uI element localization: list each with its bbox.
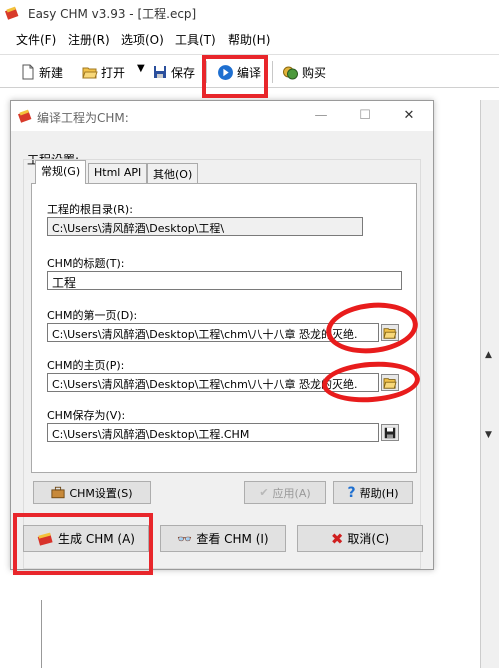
apply-button[interactable]: ✔ 应用(A) <box>244 481 326 504</box>
new-button-label: 新建 <box>39 65 64 80</box>
cancel-label: 取消(C) <box>347 532 390 546</box>
chm-title-label: CHM的标题(T): <box>47 257 125 270</box>
first-page-field[interactable]: C:\Users\清风醉酒\Desktop\工程\chm\八十八章 恐龙的灭绝. <box>47 323 379 342</box>
folder-open-icon <box>82 67 98 79</box>
cancel-x-icon: ✖ <box>330 529 344 548</box>
open-button-label: 打开 <box>101 65 126 80</box>
book-icon <box>37 532 53 546</box>
tab-other[interactable]: 其他(O) <box>147 163 199 183</box>
home-page-field[interactable]: C:\Users\清风醉酒\Desktop\工程\chm\八十八章 恐龙的灭绝. <box>47 373 379 392</box>
toolbar-separator <box>206 61 207 83</box>
view-chm-label: 查看 CHM (I) <box>196 532 269 546</box>
save-as-field[interactable]: C:\Users\清风醉酒\Desktop\工程.CHM <box>47 423 379 442</box>
compile-button[interactable]: 编译 <box>217 62 261 82</box>
scroll-up-arrow-icon[interactable]: ▲ <box>485 350 492 360</box>
view-chm-button[interactable]: 👓 查看 CHM (I) <box>160 525 286 552</box>
toolbar-separator <box>272 61 273 83</box>
menu-register[interactable]: 注册(R) <box>68 31 110 48</box>
compile-play-icon <box>218 64 233 80</box>
cancel-button[interactable]: ✖ 取消(C) <box>297 525 423 552</box>
buy-button-label: 购买 <box>302 65 327 80</box>
editor-left-border <box>41 600 42 668</box>
dialog-logo-icon <box>17 109 32 123</box>
root-dir-field[interactable]: C:\Users\清风醉酒\Desktop\工程\ <box>47 217 363 236</box>
app-title: Easy CHM v3.93 - [工程.ecp] <box>28 7 197 21</box>
first-page-browse-button[interactable] <box>381 324 399 341</box>
open-dropdown-arrow-icon[interactable]: ▼ <box>137 63 145 74</box>
close-icon[interactable]: ✕ <box>399 107 419 125</box>
dialog-titlebar: 编译工程为CHM: — ☐ ✕ <box>11 101 433 131</box>
home-page-label: CHM的主页(P): <box>47 359 125 372</box>
new-file-icon <box>22 64 34 80</box>
toolbar: 新建 打开 ▼ 保存 编译 购买 <box>0 54 499 88</box>
generate-chm-button[interactable]: 生成 CHM (A) <box>23 525 149 552</box>
tab-html-api[interactable]: Html API <box>88 163 148 183</box>
dialog-title: 编译工程为CHM: <box>37 111 129 125</box>
chm-settings-button[interactable]: CHM设置(S) <box>33 481 151 504</box>
menu-tools[interactable]: 工具(T) <box>175 31 216 48</box>
settings-briefcase-icon <box>51 486 66 499</box>
scroll-down-arrow-icon[interactable]: ▼ <box>485 430 492 440</box>
tab-general[interactable]: 常规(G) <box>35 160 87 184</box>
minimize-icon[interactable]: — <box>311 107 331 125</box>
buy-button[interactable]: 购买 <box>282 62 326 82</box>
help-label: 帮助(H) <box>359 486 399 500</box>
menu-help[interactable]: 帮助(H) <box>228 31 270 48</box>
menu-bar: 文件(F) 注册(R) 选项(O) 工具(T) 帮助(H) <box>0 28 499 50</box>
menu-file[interactable]: 文件(F) <box>16 31 56 48</box>
vertical-scrollbar[interactable]: ▲ ▼ <box>480 100 499 668</box>
save-as-browse-button[interactable] <box>381 424 399 441</box>
save-button-label: 保存 <box>171 65 196 80</box>
root-dir-label: 工程的根目录(R): <box>47 203 133 216</box>
checkmark-icon: ✔ <box>259 486 269 499</box>
home-page-browse-button[interactable] <box>381 374 399 391</box>
chm-title-field[interactable]: 工程 <box>47 271 402 290</box>
compile-dialog: 编译工程为CHM: — ☐ ✕ 工程设置: 常规(G) Html API 其他(… <box>10 100 434 570</box>
open-button[interactable]: 打开 <box>82 62 125 82</box>
glasses-icon: 👓 <box>177 531 193 546</box>
help-button[interactable]: ? 帮助(H) <box>333 481 413 504</box>
folder-open-icon <box>383 327 397 339</box>
save-disk-icon <box>154 66 166 78</box>
first-page-label: CHM的第一页(D): <box>47 309 138 322</box>
save-button[interactable]: 保存 <box>152 62 195 82</box>
save-disk-icon <box>384 427 396 438</box>
buy-coins-icon <box>283 66 298 80</box>
new-button[interactable]: 新建 <box>20 62 63 82</box>
help-question-icon: ? <box>347 484 356 501</box>
menu-options[interactable]: 选项(O) <box>121 31 164 48</box>
apply-label: 应用(A) <box>272 486 311 500</box>
save-as-label: CHM保存为(V): <box>47 409 126 422</box>
chm-settings-label: CHM设置(S) <box>69 486 133 500</box>
app-logo-icon <box>4 6 19 20</box>
folder-open-icon <box>383 377 397 389</box>
maximize-icon[interactable]: ☐ <box>355 107 375 125</box>
app-titlebar: Easy CHM v3.93 - [工程.ecp] <box>0 0 499 26</box>
generate-chm-label: 生成 CHM (A) <box>58 532 135 546</box>
compile-button-label: 编译 <box>237 65 262 80</box>
